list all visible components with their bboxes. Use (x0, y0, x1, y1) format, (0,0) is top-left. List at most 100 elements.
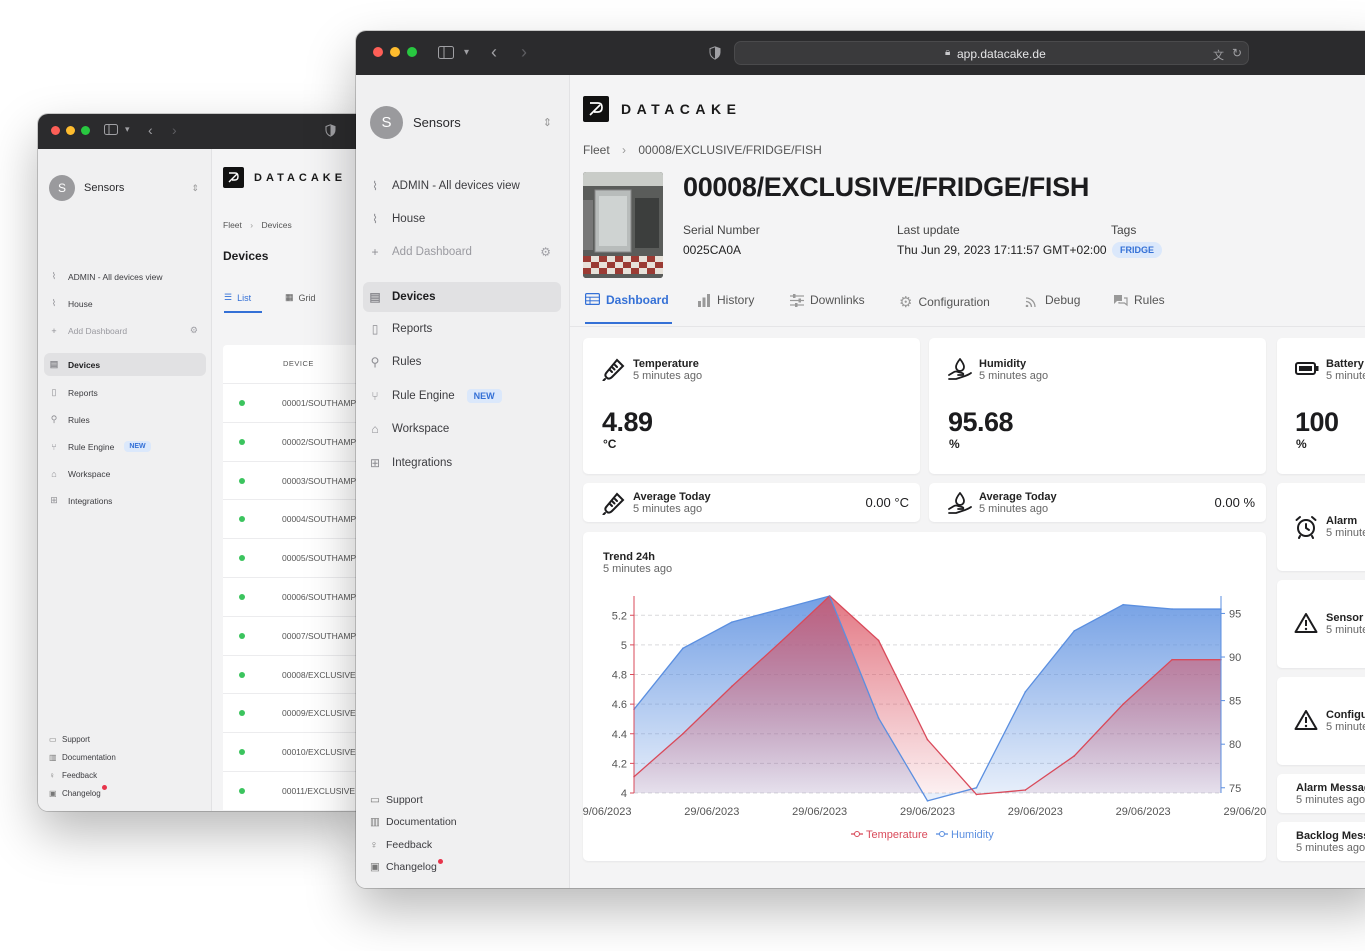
sidebar-item-rules[interactable]: ⚲ Rules (363, 347, 561, 377)
zoom-dot[interactable] (81, 126, 90, 135)
reload-icon[interactable]: ↻ (1232, 46, 1242, 60)
configuration-card[interactable]: Configu 5 minute (1277, 677, 1365, 765)
table-row[interactable]: 00009/EXCLUSIVE (223, 693, 368, 733)
breadcrumb-device[interactable]: 00008/EXCLUSIVE/FRIDGE/FISH (638, 143, 821, 157)
sidebar-item-house[interactable]: ⌇ House (363, 204, 561, 234)
forward-arrow-icon[interactable]: › (521, 43, 527, 61)
forward-arrow-icon[interactable]: › (172, 123, 177, 137)
workspace-switcher[interactable]: S Sensors ⇕ (370, 106, 552, 139)
sidebar-item-devices[interactable]: ▤ Devices (363, 282, 561, 312)
temperature-card[interactable]: Temperature 5 minutes ago 4.89 °C (583, 338, 920, 474)
gear-icon[interactable]: ⚙ (190, 325, 198, 336)
trend-chart-card[interactable]: Trend 24h 5 minutes ago 4 4.2 4.4 4.6 4.8 5 5.… (583, 532, 1266, 861)
sidebar-toggle-icon[interactable] (438, 46, 454, 61)
footer-support-link[interactable]: ▭ Support (370, 794, 423, 806)
close-dot[interactable] (373, 47, 383, 57)
table-row[interactable]: 00007/SOUTHAMP (223, 615, 368, 655)
tab-rules[interactable]: Rules (1113, 293, 1165, 307)
backlog-message-card[interactable]: Backlog Mess 5 minutes ago (1277, 822, 1365, 861)
sidebar-item-rule-engine[interactable]: ⑂ Rule Engine NEW (363, 381, 561, 411)
temperature-point (1171, 658, 1173, 661)
average-temperature-card[interactable]: Average Today 5 minutes ago 0.00 °C (583, 483, 920, 522)
tab-history[interactable]: History (697, 293, 754, 307)
sidebar-item-reports[interactable]: ▯ Reports (44, 381, 206, 404)
tab-debug[interactable]: Debug (1025, 293, 1080, 307)
sidebar-item-devices[interactable]: ▤ Devices (44, 353, 206, 376)
alarm-card[interactable]: Alarm 5 minute (1277, 483, 1365, 571)
breadcrumb-fleet[interactable]: Fleet (223, 220, 242, 230)
minimize-dot[interactable] (390, 47, 400, 57)
sidebar-item-rules[interactable]: ⚲ Rules (44, 408, 206, 431)
last-update-value: Thu Jun 29, 2023 17:11:57 GMT+02:00 (897, 243, 1107, 257)
legend-label: Humidity (951, 829, 994, 841)
table-row[interactable]: 00008/EXCLUSIVE (223, 654, 368, 694)
table-row[interactable]: 00004/SOUTHAMP (223, 499, 368, 539)
shield-icon[interactable] (325, 124, 336, 139)
sidebar-item-admin[interactable]: ⌇ ADMIN - All devices view (44, 265, 206, 288)
datacake-logo-icon (223, 167, 244, 188)
table-row[interactable]: 00005/SOUTHAMP (223, 538, 368, 578)
chevron-down-icon[interactable]: ▾ (125, 125, 130, 134)
sidebar-item-workspace[interactable]: ⌂ Workspace (363, 414, 561, 444)
tab-downlinks[interactable]: Downlinks (790, 293, 865, 307)
table-row[interactable]: 00011/EXCLUSIVE (223, 771, 368, 810)
tab-configuration-label: Configuration (918, 295, 990, 309)
chevron-down-icon[interactable]: ▾ (464, 48, 469, 58)
table-row[interactable]: 00003/SOUTHAMP (223, 460, 368, 500)
sidebar-item-reports[interactable]: ▯ Reports (363, 314, 561, 344)
tab-list[interactable]: ☰ List (224, 292, 262, 313)
back-arrow-icon[interactable]: ‹ (148, 123, 153, 137)
sidebar-item-add-dashboard[interactable]: + Add Dashboard ⚙ (44, 319, 206, 342)
footer-changelog-link[interactable]: ▣ Changelog (49, 785, 107, 798)
sidebar-item-admin[interactable]: ⌇ ADMIN - All devices view (363, 171, 561, 201)
tab-grid-label: Grid (298, 292, 316, 303)
shield-icon[interactable] (709, 46, 721, 62)
workspace-switcher[interactable]: S Sensors ⇕ (49, 175, 199, 201)
footer-link-label: Documentation (386, 816, 457, 828)
sensor-card[interactable]: Sensor I 5 minute (1277, 580, 1365, 668)
zoom-dot[interactable] (407, 47, 417, 57)
humidity-point (1024, 691, 1027, 693)
sidebar-item-label: Reports (68, 387, 98, 398)
sidebar-item-add-dashboard[interactable]: + Add Dashboard ⚙ (363, 237, 561, 267)
sidebar-item-integrations[interactable]: ⊞ Integrations (44, 489, 206, 512)
sidebar-item-integrations[interactable]: ⊞ Integrations (363, 448, 561, 478)
temperature-point (1024, 789, 1027, 791)
trend-chart[interactable]: 4 4.2 4.4 4.6 4.8 5 5.2 75 80 85 90 95 29/06/2023 29/… (583, 532, 1266, 861)
footer-feedback-link[interactable]: ♀ Feedback (49, 771, 97, 780)
table-row[interactable]: 00006/SOUTHAMP (223, 577, 368, 616)
sidebar-item-rule-engine[interactable]: ⑂ Rule Engine NEW (44, 435, 206, 458)
tab-dashboard[interactable]: Dashboard (585, 293, 672, 324)
footer-link-label: Support (62, 735, 91, 744)
breadcrumb-fleet[interactable]: Fleet (583, 143, 610, 157)
footer-feedback-link[interactable]: ♀ Feedback (370, 839, 432, 851)
humidity-card[interactable]: Humidity 5 minutes ago 95.68 % (929, 338, 1266, 474)
sidebar-toggle-icon[interactable] (104, 124, 118, 137)
minimize-dot[interactable] (66, 126, 75, 135)
close-dot[interactable] (51, 126, 60, 135)
back-arrow-icon[interactable]: ‹ (491, 43, 497, 61)
sidebar-item-house[interactable]: ⌇ House (44, 292, 206, 315)
tag-badge[interactable]: FRIDGE (1112, 242, 1163, 258)
gear-icon[interactable]: ⚙ (540, 245, 551, 259)
url-bar[interactable]: 🔒︎ app.datacake.de 文 ↻ (734, 41, 1249, 65)
battery-card[interactable]: Battery 5 minute 100 % (1277, 338, 1365, 474)
average-humidity-card[interactable]: Average Today 5 minutes ago 0.00 % (929, 483, 1266, 522)
translate-icon[interactable]: 文 (1213, 47, 1224, 63)
footer-documentation-link[interactable]: ▥ Documentation (49, 753, 116, 762)
alarm-message-card[interactable]: Alarm Messag 5 minutes ago (1277, 774, 1365, 813)
tab-configuration[interactable]: ⚙ Configuration (899, 293, 990, 311)
table-row[interactable]: 00001/SOUTHAMP (223, 383, 368, 422)
device-name-cell: 00007/SOUTHAMP (282, 630, 357, 641)
footer-support-link[interactable]: ▭ Support (49, 735, 90, 744)
tab-grid[interactable]: ▦ Grid (285, 292, 316, 303)
sidebar-item-workspace[interactable]: ⌂ Workspace (44, 462, 206, 485)
device-name-cell: 00002/SOUTHAMP (282, 436, 357, 447)
tab-dashboard-label: Dashboard (606, 293, 669, 307)
y-left-tick-label: 4.4 (612, 729, 627, 741)
footer-documentation-link[interactable]: ▥ Documentation (370, 816, 457, 828)
table-row[interactable]: 00002/SOUTHAMP (223, 421, 368, 461)
table-row[interactable]: 00010/EXCLUSIVE (223, 732, 368, 772)
breadcrumb-devices[interactable]: Devices (262, 220, 292, 230)
footer-changelog-link[interactable]: ▣ Changelog (370, 858, 443, 873)
